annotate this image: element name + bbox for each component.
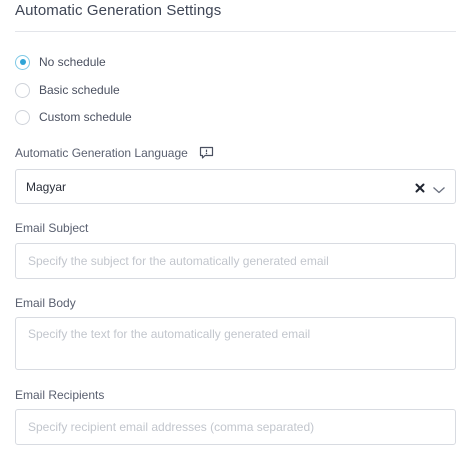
language-label: Automatic Generation Language xyxy=(15,146,214,160)
email-recipients-label: Email Recipients xyxy=(15,388,105,402)
section-title: Automatic Generation Settings xyxy=(15,2,222,19)
email-body-label: Email Body xyxy=(15,296,76,310)
radio-no-schedule[interactable]: No schedule xyxy=(15,53,106,71)
radio-custom-schedule[interactable]: Custom schedule xyxy=(15,108,132,126)
radio-button-checked[interactable] xyxy=(15,54,30,70)
email-subject-label: Email Subject xyxy=(15,221,89,235)
chevron-down-icon[interactable] xyxy=(432,182,446,193)
language-select-value: Magyar xyxy=(26,179,67,194)
language-label-text: Automatic Generation Language xyxy=(15,146,188,160)
radio-basic-schedule[interactable]: Basic schedule xyxy=(15,81,120,99)
title-divider xyxy=(15,31,456,32)
radio-label: No schedule xyxy=(39,55,106,69)
radio-button[interactable] xyxy=(15,109,30,125)
email-subject-field[interactable] xyxy=(15,243,456,279)
radio-label: Basic schedule xyxy=(39,83,120,97)
email-recipients-field[interactable] xyxy=(15,409,456,445)
radio-label: Custom schedule xyxy=(39,110,132,124)
automatic-generation-settings-panel: Automatic Generation Settings No schedul… xyxy=(0,0,471,453)
radio-button[interactable] xyxy=(15,82,30,98)
language-select[interactable]: Magyar xyxy=(15,169,456,204)
close-icon[interactable] xyxy=(414,181,426,193)
comment-icon[interactable] xyxy=(199,146,214,160)
email-body-field[interactable] xyxy=(15,317,456,370)
